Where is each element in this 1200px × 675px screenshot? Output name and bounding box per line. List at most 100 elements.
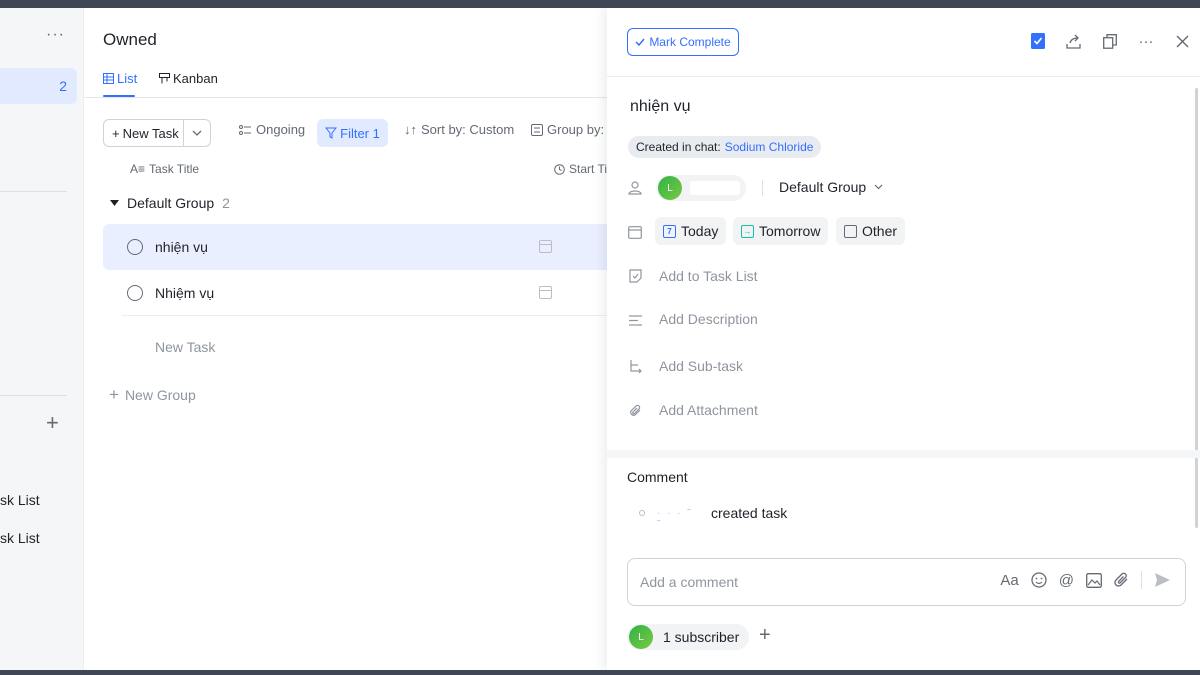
group-by-button[interactable]: Group by: C [531, 122, 617, 137]
new-task-main[interactable]: + New Task [104, 120, 184, 146]
new-group-label: New Group [124, 387, 196, 403]
created-in-chat-label: Created in chat: [636, 140, 721, 154]
chip-label: Other [862, 223, 898, 239]
scrollbar[interactable] [1195, 88, 1198, 528]
comment-toolbar: Aa @ [1000, 571, 1171, 589]
chevron-down-icon [874, 184, 883, 190]
add-subtask[interactable]: Add Sub-task [659, 358, 743, 374]
plus-icon: + [109, 385, 119, 404]
page-title: Owned [103, 30, 157, 49]
calendar-icon[interactable] [539, 240, 552, 253]
tab-list[interactable]: List [103, 71, 137, 86]
calendar-icon[interactable] [539, 286, 552, 299]
due-other-chip[interactable]: Other [836, 217, 906, 245]
chip-label: Today [681, 223, 719, 239]
sidebar-item-owned[interactable]: 2 [0, 68, 77, 104]
sidebar-divider [0, 395, 67, 396]
ongoing-label: Ongoing [256, 122, 306, 137]
copy-icon[interactable] [1101, 32, 1119, 50]
new-task-inline[interactable]: New Task [155, 339, 215, 355]
subscriber-label: 1 subscriber [663, 629, 740, 645]
mark-complete-button[interactable]: Mark Complete [627, 28, 739, 56]
description-icon [627, 312, 643, 328]
column-header-start[interactable]: Start Ti [554, 162, 607, 176]
mark-complete-label: Mark Complete [649, 35, 731, 49]
sidebar: ··· 2 + sk List sk List [0, 8, 84, 670]
close-icon[interactable] [1173, 32, 1191, 50]
assignee-name-redacted [690, 181, 740, 195]
clock-icon [554, 163, 565, 175]
avatar: L [658, 176, 682, 200]
group-header[interactable]: Default Group 2 [110, 195, 230, 211]
assignee-chip[interactable]: L [656, 175, 746, 201]
timeline-dot [639, 510, 645, 516]
kanban-icon [159, 73, 170, 84]
sidebar-item-task-list[interactable]: sk List [0, 492, 40, 508]
column-header-label: Task Title [149, 162, 200, 176]
add-attachment[interactable]: Add Attachment [659, 402, 758, 418]
bookmark-icon[interactable] [1029, 32, 1047, 50]
due-tomorrow-chip[interactable]: → Tomorrow [733, 217, 829, 245]
paperclip-icon [627, 403, 643, 419]
table-row[interactable]: nhiện vụ [103, 224, 607, 270]
activity-user-redacted: · · · ˜ ˜ [657, 508, 693, 530]
chevron-down-icon[interactable] [184, 130, 210, 136]
text-format-icon[interactable]: Aa [1000, 572, 1018, 589]
caret-down-icon [110, 199, 119, 206]
column-header-label: Start Ti [569, 162, 608, 176]
subtask-icon [627, 359, 643, 375]
sort-icon: ↓↑ [404, 122, 417, 137]
add-description[interactable]: Add Description [659, 311, 758, 327]
due-date-icon [627, 224, 643, 240]
more-icon[interactable]: ··· [46, 26, 65, 44]
add-to-task-list[interactable]: Add to Task List [659, 268, 758, 284]
more-icon[interactable]: ··· [1137, 32, 1155, 50]
group-name: Default Group [127, 195, 215, 211]
task-title[interactable]: Nhiệm vụ [155, 285, 214, 301]
share-icon[interactable] [1065, 32, 1083, 50]
comment-heading: Comment [627, 469, 688, 485]
group-count: 2 [222, 195, 230, 211]
task-title[interactable]: nhiện vụ [155, 239, 208, 255]
sort-label: Sort by: Custom [421, 122, 515, 137]
task-title-field[interactable]: nhiện vụ [630, 98, 691, 116]
paperclip-icon[interactable] [1114, 572, 1129, 588]
column-header-title[interactable]: A≡ Task Title [130, 162, 199, 176]
complete-checkbox[interactable] [127, 239, 143, 255]
avatar: L [629, 625, 653, 649]
sidebar-item-task-list[interactable]: sk List [0, 530, 40, 546]
new-group-button[interactable]: + New Group [109, 385, 196, 405]
activity-item: · · · ˜ ˜ created task [639, 505, 787, 530]
section-divider [607, 450, 1200, 458]
chip-label: Tomorrow [759, 223, 821, 239]
emoji-icon[interactable] [1031, 572, 1047, 588]
sidebar-item-count: 2 [59, 78, 67, 94]
add-subscriber-icon[interactable]: + [759, 624, 771, 647]
calendar-tomorrow-icon: → [741, 224, 754, 238]
new-task-label: New Task [122, 125, 179, 141]
image-icon[interactable] [1086, 572, 1102, 588]
group-select[interactable]: Default Group [779, 179, 883, 195]
due-today-chip[interactable]: 7 Today [655, 217, 727, 245]
subscriber-chip[interactable]: L 1 subscriber [627, 624, 750, 650]
chat-link[interactable]: Sodium Chloride [725, 140, 814, 154]
ongoing-icon [239, 124, 251, 135]
header-divider [607, 76, 1200, 77]
send-icon[interactable] [1154, 572, 1171, 588]
tab-kanban[interactable]: Kanban [159, 71, 218, 86]
mention-icon[interactable]: @ [1059, 572, 1074, 589]
complete-checkbox[interactable] [127, 285, 143, 301]
sort-button[interactable]: ↓↑ Sort by: Custom [404, 122, 514, 137]
group-icon [531, 123, 543, 136]
tab-label: Kanban [173, 71, 218, 86]
filter-button[interactable]: Filter 1 [317, 119, 388, 147]
text-icon: A≡ [130, 162, 146, 176]
tab-divider [84, 97, 607, 98]
table-row[interactable]: Nhiệm vụ [103, 270, 607, 316]
new-task-button[interactable]: + New Task [103, 119, 211, 147]
group-select-label: Default Group [779, 179, 867, 195]
add-icon[interactable]: + [46, 410, 59, 436]
created-in-chat-badge: Created in chat: Sodium Chloride [628, 136, 822, 158]
comment-input[interactable]: Add a comment Aa @ [627, 558, 1186, 606]
ongoing-filter[interactable]: Ongoing [239, 122, 305, 137]
